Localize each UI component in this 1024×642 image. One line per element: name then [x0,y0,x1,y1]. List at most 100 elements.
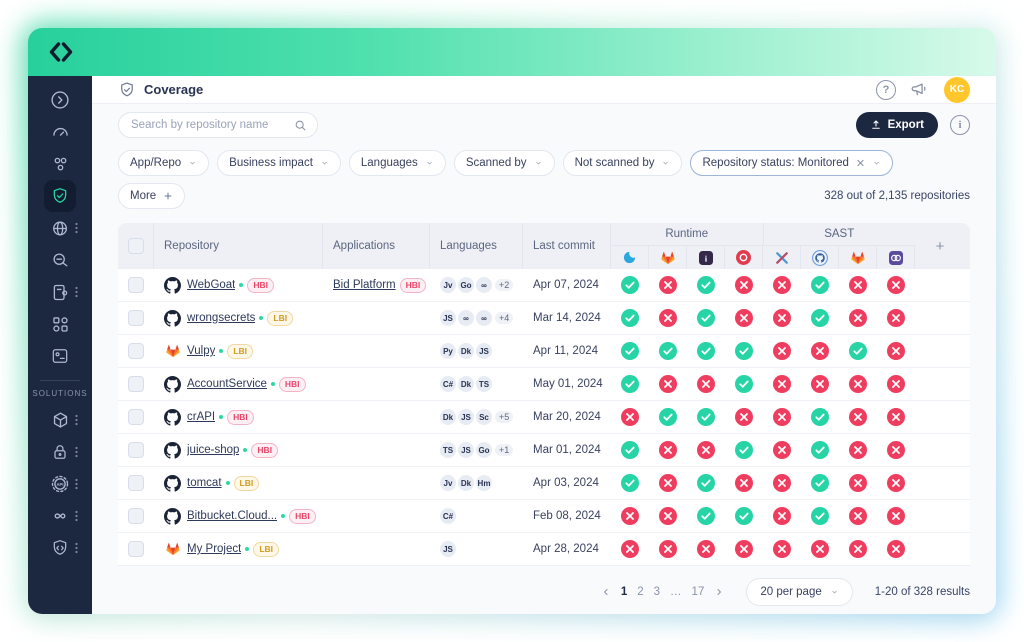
sidebar-item-console[interactable] [40,340,80,372]
language-chip: JS [476,343,492,359]
repository-link[interactable]: tomcat [187,477,222,489]
solutions-label: SOLUTIONS [32,389,87,398]
search-input[interactable] [129,118,288,132]
language-chip: Dk [458,475,474,491]
scanned-check-icon [697,474,715,492]
github-icon [164,409,181,426]
prev-page-button[interactable] [601,587,611,597]
not-scanned-cross-icon [735,474,753,492]
sidebar-item-integrations[interactable] [40,308,80,340]
repository-link[interactable]: AccountService [187,378,267,390]
filter-pill-5[interactable]: Not scanned by [563,150,683,176]
not-scanned-cross-icon [849,276,867,294]
filter-pill-6[interactable]: Repository status: Monitored✕ [690,150,893,176]
repository-link[interactable]: crAPI [187,411,215,423]
per-page-select[interactable]: 20 per page [746,578,852,606]
sidebar-item-coverage[interactable] [44,180,76,212]
repository-link[interactable]: juice-shop [187,444,239,456]
language-chip: ∞ [476,310,492,326]
github-icon [164,442,181,459]
last-commit-date: Apr 07, 2024 [533,279,599,291]
not-scanned-cross-icon [811,375,829,393]
language-chip: Go [476,442,492,458]
brand-logo-icon[interactable] [46,37,76,67]
application-link[interactable]: Bid Platform [333,279,396,291]
language-chip: Go [458,277,474,293]
row-checkbox[interactable] [128,376,144,392]
sidebar-item-appsec[interactable] [40,532,80,564]
sidebar-item-inventory[interactable] [40,148,80,180]
scanner-column-cross-scanner [763,246,801,269]
language-chip: Jv [440,277,456,293]
last-commit-date: Apr 28, 2024 [533,543,599,555]
sidebar-item-internet-exposure[interactable] [40,212,80,244]
announcements-icon[interactable] [910,80,930,100]
clear-filter-icon[interactable]: ✕ [856,157,865,170]
chevron-left-icon [601,587,611,597]
wave-scanner-icon [622,250,637,265]
magnifier-icon [50,250,71,271]
impact-badge: LBI [234,476,260,491]
not-scanned-cross-icon [697,540,715,558]
filter-pill-2[interactable]: Business impact [217,150,341,176]
row-checkbox[interactable] [128,442,144,458]
sidebar-item-api-security[interactable]: API [40,468,80,500]
sidebar-item-secrets[interactable] [40,436,80,468]
plus-icon [163,191,173,201]
filter-pill-4[interactable]: Scanned by [454,150,555,176]
scanned-check-icon [735,507,753,525]
page: SOLUTIONS API [0,0,1024,642]
menu-dots-icon [75,414,78,426]
page-number-1[interactable]: 1 [621,586,627,598]
scanned-check-icon [735,375,753,393]
info-icon[interactable]: i [950,115,970,135]
repository-link[interactable]: Bitbucket.Cloud... [187,510,277,522]
row-checkbox[interactable] [128,409,144,425]
sidebar-item-inspect[interactable] [40,244,80,276]
avatar[interactable]: KC [944,77,970,103]
help-icon[interactable]: ? [876,80,896,100]
sidebar-item-sbom[interactable] [40,404,80,436]
language-chip: Dk [458,343,474,359]
export-button[interactable]: Export [856,112,938,138]
row-checkbox[interactable] [128,343,144,359]
language-chip: Py [440,343,456,359]
last-commit-date: Feb 08, 2024 [533,510,601,522]
scanner-column-purple-rings-scanner [877,246,915,269]
status-dot [219,349,223,353]
repository-link[interactable]: My Project [187,543,241,555]
search-icon [294,119,307,132]
language-chip: Sc [476,409,492,425]
sidebar-expand-button[interactable] [40,84,80,116]
not-scanned-cross-icon [849,309,867,327]
select-all-checkbox[interactable] [128,238,144,254]
not-scanned-cross-icon [773,309,791,327]
repository-link[interactable]: Vulpy [187,345,215,357]
page-number-3[interactable]: 3 [654,586,660,598]
sidebar-item-cicd[interactable] [40,500,80,532]
row-checkbox[interactable] [128,310,144,326]
row-checkbox[interactable] [128,277,144,293]
filter-pill-3[interactable]: Languages [349,150,446,176]
not-scanned-cross-icon [773,507,791,525]
page-number-2[interactable]: 2 [637,586,643,598]
row-checkbox[interactable] [128,541,144,557]
not-scanned-cross-icon [659,276,677,294]
table-row: juice-shopHBITSJSGo+1Mar 01, 2024 [118,434,970,467]
add-column-button[interactable]: + [915,223,965,269]
sidebar-item-policies[interactable] [40,276,80,308]
scanned-check-icon [849,342,867,360]
row-checkbox[interactable] [128,475,144,491]
shield-code-icon [50,538,70,558]
filter-pill-1[interactable]: App/Repo [118,150,209,176]
row-checkbox[interactable] [128,508,144,524]
not-scanned-cross-icon [773,342,791,360]
scanned-check-icon [621,309,639,327]
next-page-button[interactable] [714,587,724,597]
page-number-17[interactable]: 17 [692,586,705,598]
repository-link[interactable]: wrongsecrets [187,312,255,324]
repository-link[interactable]: WebGoat [187,279,235,291]
more-filters-button[interactable]: More [118,183,185,209]
language-chip: C# [440,376,456,392]
sidebar-item-dashboard[interactable] [40,116,80,148]
